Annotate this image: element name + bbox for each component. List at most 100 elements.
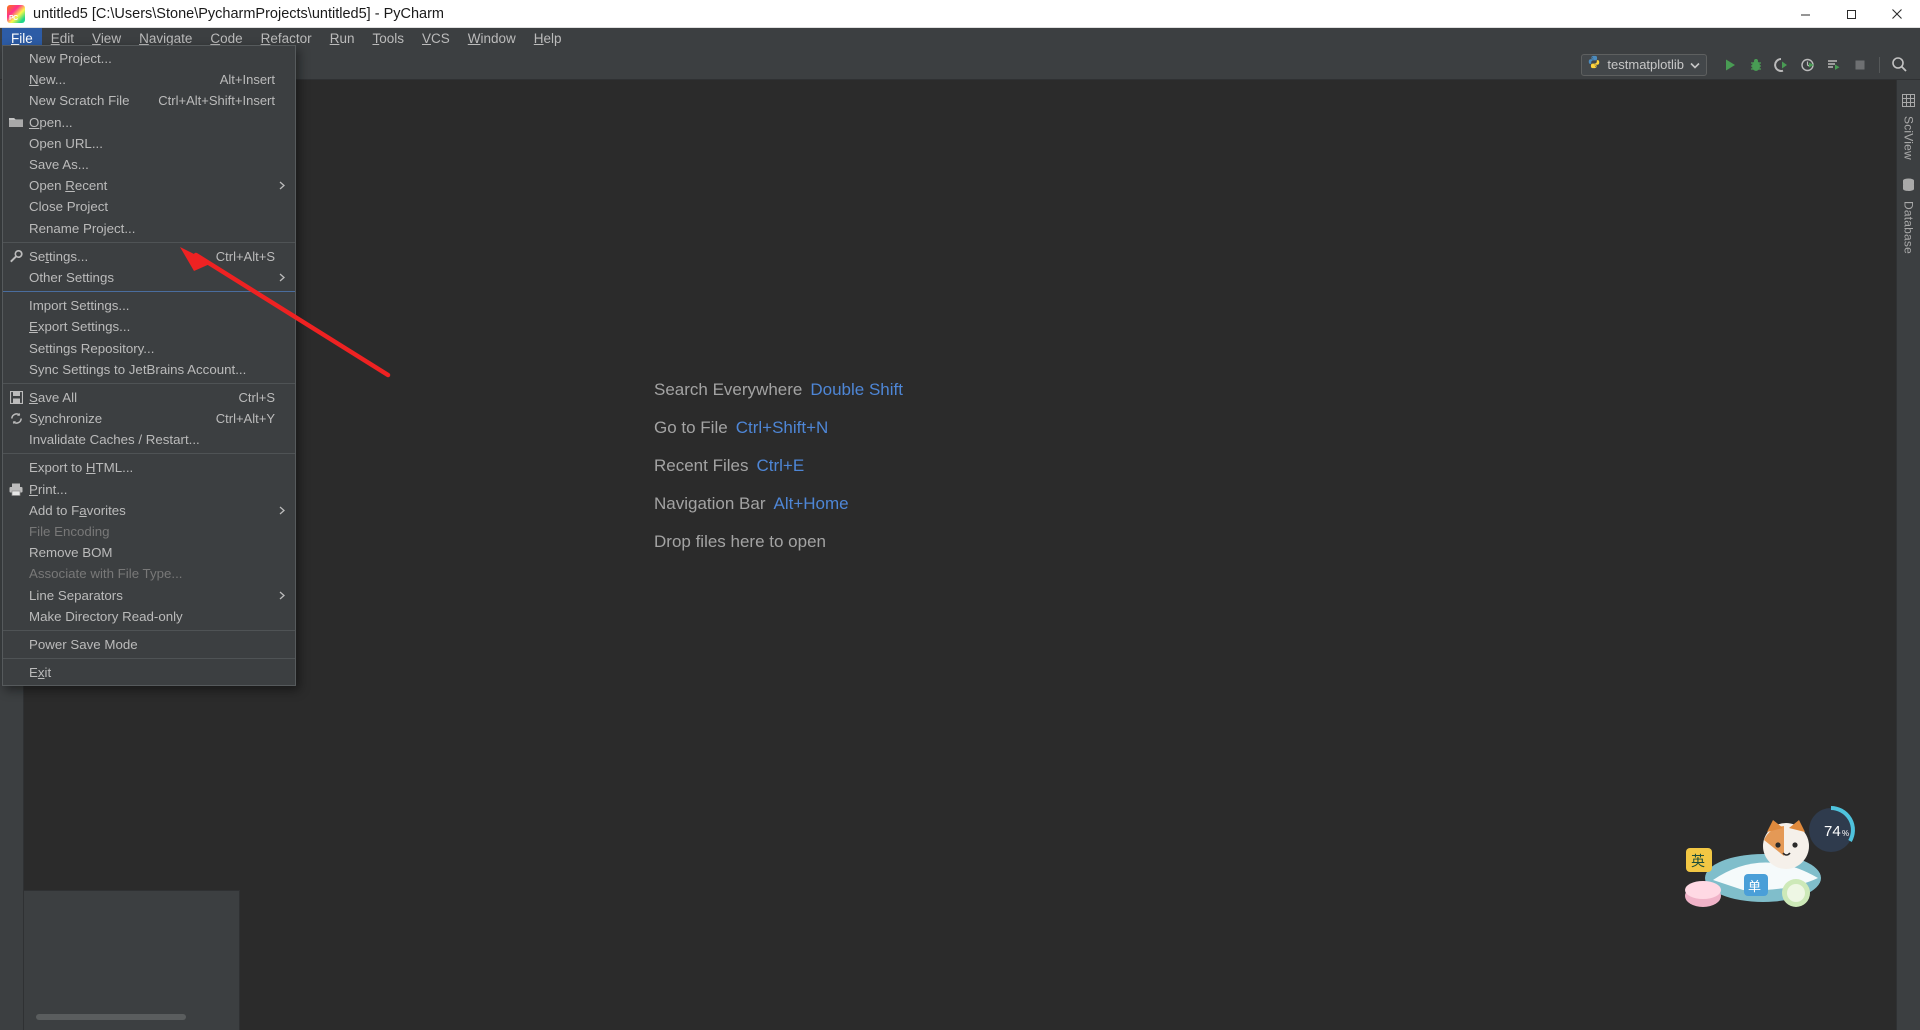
menu-item-label: Save All <box>29 389 78 405</box>
file-menu-dropdown: New Project... New... Alt+Insert New Scratc… <box>2 45 296 687</box>
menu-item-label: Add to Favorites <box>29 502 126 518</box>
editor-hint-label: Drop files here to open <box>654 532 826 551</box>
stop-button[interactable] <box>1847 53 1873 77</box>
menu-item-label: Open URL... <box>29 135 103 151</box>
menu-separator <box>3 382 295 384</box>
menu-item-label: Invalidate Caches / Restart... <box>29 432 200 448</box>
menu-item-remove-bom[interactable]: Remove BOM <box>3 542 295 563</box>
menu-item-power-save-mode[interactable]: Power Save Mode <box>3 634 295 655</box>
menu-item-label: File Encoding <box>29 524 110 540</box>
menu-separator <box>3 291 295 293</box>
minimize-button[interactable] <box>1782 0 1828 28</box>
chevron-down-icon[interactable] <box>1690 56 1700 74</box>
debug-button[interactable] <box>1743 53 1769 77</box>
toolbar-divider <box>1879 56 1880 73</box>
menu-item-label: Exit <box>29 665 52 681</box>
menu-item-synchronize[interactable]: Synchronize Ctrl+Alt+Y <box>3 408 295 429</box>
title-bar: untitled5 [C:\Users\Stone\PycharmProject… <box>0 0 1920 28</box>
editor-hint-label: Recent Files <box>654 456 749 475</box>
menu-item-open[interactable]: Open... <box>3 112 295 133</box>
menu-separator <box>3 453 295 455</box>
mascot-sticker: 74 % 英 单 <box>1685 806 1855 907</box>
menu-item-export-to-html[interactable]: Export to HTML... <box>3 457 295 478</box>
menu-item-associate-with-file-type: Associate with File Type... <box>3 563 295 584</box>
editor-hint-label: Go to File <box>654 418 728 437</box>
menu-item-export-settings[interactable]: Export Settings... <box>3 316 295 337</box>
menu-item-new-project[interactable]: New Project... <box>3 48 295 69</box>
run-button[interactable] <box>1717 53 1743 77</box>
menu-item-label: Associate with File Type... <box>29 566 183 582</box>
editor-hint-drop-files-here-to-open: Drop files here to open <box>654 532 903 552</box>
menubar-item-window[interactable]: Window <box>459 28 525 50</box>
menu-item-label: Save As... <box>29 157 89 173</box>
menu-separator <box>3 629 295 631</box>
menu-item-shortcut: Ctrl+Alt+S <box>215 248 275 264</box>
menubar-item-vcs[interactable]: VCS <box>413 28 459 50</box>
search-icon[interactable] <box>1886 53 1912 77</box>
menu-item-save-all[interactable]: Save All Ctrl+S <box>3 387 295 408</box>
menu-item-import-settings[interactable]: Import Settings... <box>3 295 295 316</box>
menu-item-shortcut: Ctrl+Alt+Shift+Insert <box>158 93 275 109</box>
menu-item-label: Make Directory Read-only <box>29 608 183 624</box>
menu-item-line-separators[interactable]: Line Separators <box>3 585 295 606</box>
maximize-button[interactable] <box>1828 0 1874 28</box>
editor-hint-label: Search Everywhere <box>654 380 803 399</box>
svg-text:英: 英 <box>1691 853 1705 869</box>
editor-hint-search-everywhere: Search Everywhere Double Shift <box>654 380 903 400</box>
editor-hints: Search Everywhere Double Shift Go to File C… <box>654 380 903 552</box>
menu-item-add-to-favorites[interactable]: Add to Favorites <box>3 500 295 521</box>
menu-item-label: Open... <box>29 114 73 130</box>
menu-item-invalidate-caches-restart[interactable]: Invalidate Caches / Restart... <box>3 429 295 450</box>
menu-item-close-project[interactable]: Close Project <box>3 196 295 217</box>
database-icon <box>1902 178 1915 197</box>
editor-hint-shortcut: Double Shift <box>810 380 903 399</box>
menu-item-label: Power Save Mode <box>29 636 138 652</box>
menu-item-label: Export Settings... <box>29 319 131 335</box>
wrench-icon <box>3 249 29 263</box>
submenu-chevron-icon <box>275 506 289 515</box>
menu-item-shortcut: Ctrl+S <box>238 389 275 405</box>
run-configuration-label: testmatplotlib <box>1607 57 1684 72</box>
menu-item-open-url[interactable]: Open URL... <box>3 133 295 154</box>
profile-button[interactable] <box>1795 53 1821 77</box>
menu-item-settings-repository[interactable]: Settings Repository... <box>3 337 295 358</box>
menu-separator <box>3 658 295 660</box>
menu-item-other-settings[interactable]: Other Settings <box>3 267 295 288</box>
sidebar-item-database[interactable]: Database <box>1902 178 1916 254</box>
submenu-chevron-icon <box>275 591 289 600</box>
menu-item-open-recent[interactable]: Open Recent <box>3 175 295 196</box>
menubar-item-run[interactable]: Run <box>321 28 364 50</box>
menu-item-label: New Scratch File <box>29 93 130 109</box>
horizontal-scrollbar[interactable] <box>36 1014 186 1020</box>
editor-hint-label: Navigation Bar <box>654 494 766 513</box>
menu-item-label: Line Separators <box>29 587 123 603</box>
svg-text:%: % <box>1842 829 1849 838</box>
run-with-console-button[interactable] <box>1821 53 1847 77</box>
menu-item-exit[interactable]: Exit <box>3 662 295 683</box>
menubar-item-tools[interactable]: Tools <box>363 28 413 50</box>
menu-item-make-directory-read-only[interactable]: Make Directory Read-only <box>3 606 295 627</box>
pycharm-logo-icon <box>7 4 25 23</box>
menu-item-label: Settings Repository... <box>29 340 155 356</box>
save-icon <box>3 390 29 404</box>
menu-item-settings[interactable]: Settings... Ctrl+Alt+S <box>3 246 295 267</box>
window-controls <box>1782 0 1920 28</box>
menu-item-rename-project[interactable]: Rename Project... <box>3 218 295 239</box>
close-button[interactable] <box>1874 0 1920 28</box>
menubar-item-help[interactable]: Help <box>525 28 571 50</box>
run-configuration-selector[interactable]: testmatplotlib <box>1581 53 1707 76</box>
menu-item-new-scratch-file[interactable]: New Scratch File Ctrl+Alt+Shift+Insert <box>3 90 295 111</box>
run-coverage-button[interactable] <box>1769 53 1795 77</box>
sidebar-item-sciview[interactable]: SciView <box>1902 94 1916 160</box>
editor-hint-go-to-file: Go to File Ctrl+Shift+N <box>654 418 903 438</box>
menu-item-print[interactable]: Print... <box>3 479 295 500</box>
menu-item-sync-settings-to-jetbrains-account[interactable]: Sync Settings to JetBrains Account... <box>3 359 295 380</box>
synchronize-icon <box>3 412 29 425</box>
menu-item-save-as[interactable]: Save As... <box>3 154 295 175</box>
menu-item-file-encoding: File Encoding <box>3 521 295 542</box>
menu-item-label: Print... <box>29 481 68 497</box>
menu-item-new[interactable]: New... Alt+Insert <box>3 69 295 90</box>
project-panel[interactable] <box>24 890 240 1030</box>
sidebar-item-label: SciView <box>1901 116 1916 160</box>
submenu-chevron-icon <box>275 181 289 190</box>
